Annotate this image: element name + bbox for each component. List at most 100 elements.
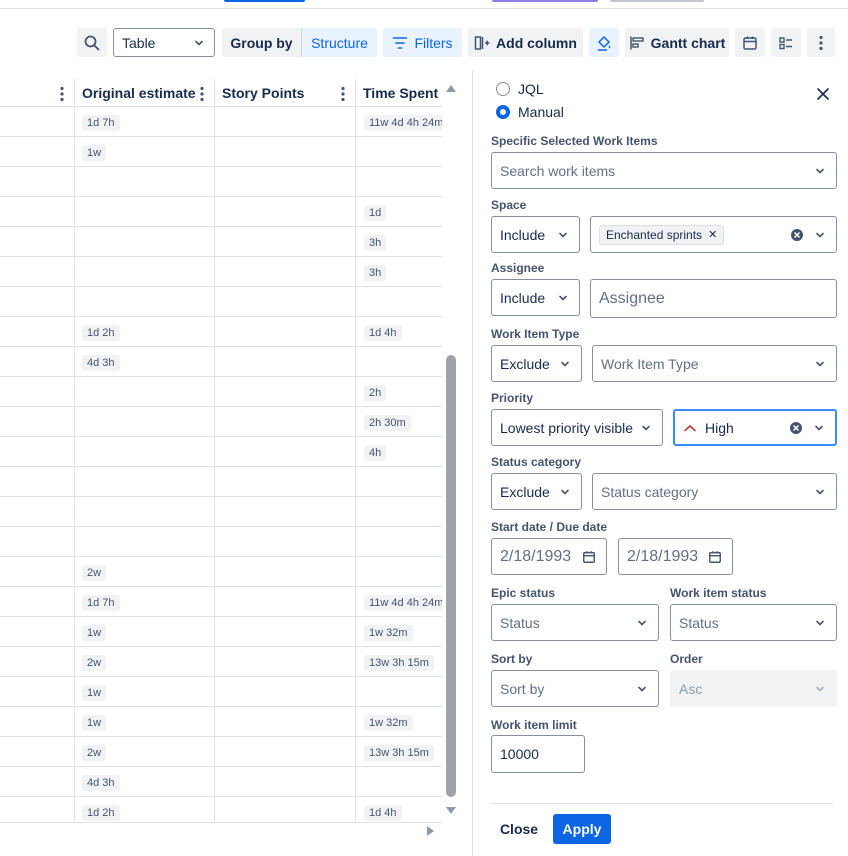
epic-status-placeholder: Status (500, 614, 540, 631)
search-work-items-select[interactable]: Search work items (491, 152, 837, 189)
clear-icon[interactable] (789, 421, 803, 435)
scroll-down-arrow-icon[interactable] (445, 806, 457, 816)
column-menu-button[interactable] (52, 83, 72, 105)
close-button[interactable]: Close (493, 814, 545, 844)
filter-panel: JQL Manual Specific Selected Work Items … (472, 70, 848, 856)
calendar-icon[interactable] (582, 550, 596, 564)
column-menu-button[interactable] (333, 83, 353, 105)
table-row[interactable] (0, 167, 442, 197)
sort-by-select[interactable]: Sort by (491, 670, 659, 707)
table-row[interactable] (0, 467, 442, 497)
search-button[interactable] (77, 28, 107, 57)
work-item-type-placeholder: Work Item Type (601, 355, 699, 372)
assignee-input[interactable]: Assignee (590, 279, 837, 318)
table-row[interactable]: 2w 13w 3h 15m (0, 737, 442, 767)
column-header-original-estimate[interactable]: Original estimate (74, 79, 214, 107)
calendar-icon[interactable] (708, 550, 722, 564)
epic-status-select[interactable]: Status (491, 604, 659, 641)
table-row[interactable]: 1w 1w 32m (0, 707, 442, 737)
filter-icon (393, 36, 408, 49)
filters-button[interactable]: Filters (383, 28, 462, 57)
remove-tag-icon[interactable]: ✕ (708, 228, 717, 241)
table-row[interactable]: 2w 13w 3h 15m (0, 647, 442, 677)
time-spent-value: 3h (364, 265, 387, 281)
table-row[interactable]: 1w 1w 32m (0, 617, 442, 647)
chevron-down-icon (636, 617, 648, 629)
sort-by-placeholder: Sort by (500, 680, 545, 697)
mode-jql-radio[interactable] (496, 82, 510, 96)
table-row[interactable]: 3h (0, 257, 442, 287)
add-column-button[interactable]: Add column (468, 28, 583, 57)
priority-operator-value: Lowest priority visible (500, 419, 634, 436)
calendar-icon (743, 36, 757, 50)
table-row[interactable] (0, 287, 442, 317)
priority-select[interactable]: High (673, 409, 837, 446)
scroll-up-arrow-icon[interactable] (445, 83, 457, 93)
start-date-input[interactable]: 2/18/1993 (491, 538, 607, 575)
table-row[interactable]: 1d 7h 11w 4d 4h 24m (0, 587, 442, 617)
time-spent-value: 2h 30m (364, 415, 411, 431)
more-vertical-icon (819, 35, 823, 50)
close-panel-button[interactable] (812, 83, 834, 105)
more-actions-button[interactable] (807, 28, 835, 57)
table-row[interactable]: 4d 3h (0, 347, 442, 377)
layout-toggle-button[interactable] (771, 28, 801, 57)
table-row[interactable]: 1d (0, 197, 442, 227)
add-column-icon (474, 35, 490, 50)
table-row[interactable] (0, 497, 442, 527)
mode-jql-label: JQL (518, 81, 544, 97)
work-item-status-select[interactable]: Status (670, 604, 837, 641)
specific-items-label: Specific Selected Work Items (491, 134, 658, 148)
original-estimate-value: 1d 7h (82, 595, 120, 611)
table-row[interactable]: 2h 30m (0, 407, 442, 437)
table-row[interactable]: 1d 2h 1d 4h (0, 317, 442, 347)
table-row[interactable]: 2w (0, 557, 442, 587)
space-select[interactable]: Enchanted sprints ✕ (590, 216, 837, 253)
table-row[interactable]: 3h (0, 227, 442, 257)
status-category-operator-select[interactable]: Exclude (491, 473, 582, 510)
space-operator-select[interactable]: Include (491, 216, 580, 253)
table-row[interactable]: 1w (0, 137, 442, 167)
work-item-type-select[interactable]: Work Item Type (592, 345, 837, 382)
work-item-limit-input[interactable]: 10000 (491, 735, 585, 773)
table-row[interactable]: 4d 3h (0, 767, 442, 797)
order-value: Asc (679, 680, 703, 697)
chevron-down-icon (814, 617, 826, 629)
group-by-button[interactable]: Group by (222, 28, 301, 57)
work-item-type-operator-select[interactable]: Exclude (491, 345, 582, 382)
view-select[interactable]: Table (113, 28, 215, 57)
table-row[interactable]: 1d 2h 1d 4h (0, 797, 442, 821)
gantt-chart-button[interactable]: Gantt chart (625, 28, 729, 57)
column-menu-button[interactable] (192, 83, 212, 105)
mode-manual-radio[interactable] (496, 105, 510, 119)
epic-status-label: Epic status (491, 586, 556, 600)
paint-bucket-button[interactable] (589, 28, 619, 57)
work-item-limit-value: 10000 (500, 746, 539, 762)
apply-button[interactable]: Apply (553, 814, 611, 844)
table-row[interactable] (0, 527, 442, 557)
assignee-operator-select[interactable]: Include (491, 279, 580, 316)
column-header-label: Original estimate (82, 85, 196, 101)
priority-label: Priority (491, 391, 534, 405)
due-date-input[interactable]: 2/18/1993 (618, 538, 733, 575)
status-category-select[interactable]: Status category (592, 473, 837, 510)
table-row[interactable]: 1w (0, 677, 442, 707)
priority-operator-select[interactable]: Lowest priority visible (491, 409, 663, 446)
search-icon (84, 35, 100, 50)
status-category-label: Status category (491, 455, 582, 469)
table-row[interactable]: 1d 7h 11w 4d 4h 24m (0, 107, 442, 137)
work-item-type-operator-value: Exclude (500, 355, 550, 372)
table-row[interactable]: 4h (0, 437, 442, 467)
vertical-scrollbar[interactable] (443, 79, 459, 821)
table-row[interactable]: 2h (0, 377, 442, 407)
clear-icon[interactable] (790, 228, 804, 242)
chevron-down-icon (814, 486, 826, 498)
scrollbar-thumb[interactable] (446, 355, 456, 797)
original-estimate-value: 1d 2h (82, 325, 120, 341)
calendar-view-button[interactable] (735, 28, 765, 57)
group-by-value[interactable]: Structure (301, 28, 377, 57)
column-header-time-spent[interactable]: Time Spent (355, 79, 442, 107)
column-header-story-points[interactable]: Story Points (214, 79, 355, 107)
scroll-right-arrow-icon[interactable] (426, 825, 436, 837)
time-spent-value: 1d 4h (364, 805, 402, 821)
